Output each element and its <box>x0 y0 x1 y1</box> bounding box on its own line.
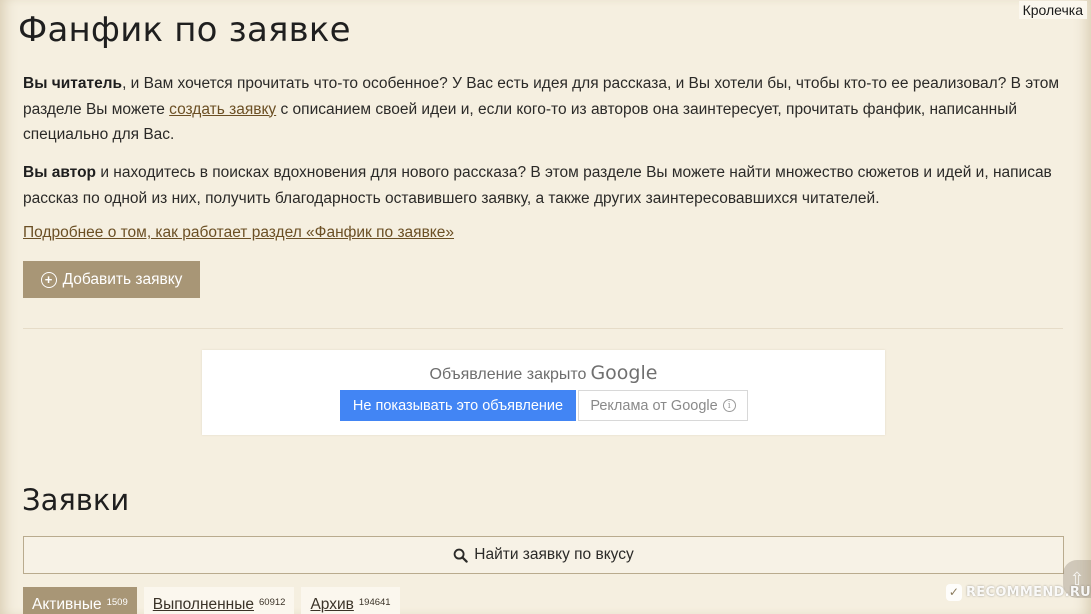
requests-section-title: Заявки <box>22 483 130 517</box>
tab-label: Выполненные <box>152 596 255 613</box>
find-request-button[interactable]: Найти заявку по вкусу <box>23 536 1064 574</box>
ad-closed-message: Объявление закрыто Google <box>202 362 885 384</box>
user-profile-link[interactable]: Кролечка <box>1018 1 1087 19</box>
tab-archive[interactable]: Архив 194641 <box>301 587 400 614</box>
tab-count: 1509 <box>106 597 128 608</box>
ad-closed-panel: Объявление закрыто Google Не показывать э… <box>202 350 885 435</box>
page-title: Фанфик по заявке <box>18 10 351 50</box>
tab-completed[interactable]: Выполненные 60912 <box>143 587 295 614</box>
ads-by-google-button[interactable]: Реклама от Google i <box>578 390 748 421</box>
tab-active[interactable]: Активные 1509 <box>23 587 137 614</box>
tab-label: Архив <box>310 596 354 613</box>
reader-bold-label: Вы читатель <box>23 75 123 92</box>
tab-count: 194641 <box>358 597 391 608</box>
add-request-button[interactable]: + Добавить заявку <box>23 261 200 298</box>
request-tabs: Активные 1509 Выполненные 60912 Архив 19… <box>23 587 400 614</box>
recommend-watermark: ✓ RECOMMEND.RU <box>946 578 1091 606</box>
google-logo-text: Google <box>590 362 658 384</box>
info-icon: i <box>722 399 736 412</box>
tab-label: Активные <box>32 596 102 613</box>
add-request-label: Добавить заявку <box>62 270 183 288</box>
recommend-logo-icon: ✓ <box>946 583 962 601</box>
plus-circle-icon: + <box>40 271 57 288</box>
author-paragraph: Вы автор и находитесь в поисках вдохнове… <box>23 160 1063 211</box>
watermark-text: RECOMMEND.RU <box>965 584 1091 600</box>
section-divider <box>23 328 1063 329</box>
search-icon <box>453 548 468 563</box>
reader-paragraph: Вы читатель, и Вам хочется прочитать что… <box>23 71 1063 148</box>
create-request-link[interactable]: создать заявку <box>169 101 276 118</box>
learn-more-link[interactable]: Подробнее о том, как работает раздел «Фа… <box>23 224 454 242</box>
hide-ad-button[interactable]: Не показывать это объявление <box>340 390 576 421</box>
ad-closed-text: Объявление закрыто <box>429 366 587 383</box>
find-request-label: Найти заявку по вкусу <box>474 546 634 563</box>
tab-count: 60912 <box>259 597 286 608</box>
author-bold-label: Вы автор <box>23 164 97 181</box>
ads-by-google-label: Реклама от Google <box>590 397 718 414</box>
author-text: и находитесь в поисках вдохновения для н… <box>23 164 1052 207</box>
